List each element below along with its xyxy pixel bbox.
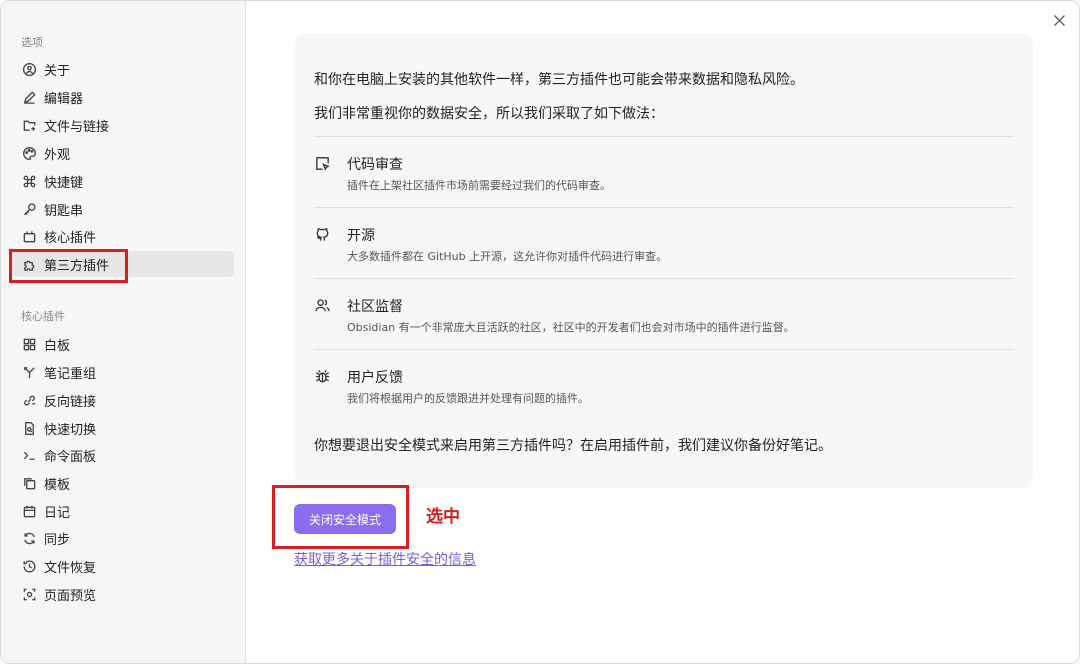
divider [314, 278, 1014, 279]
sidebar-item-label: 钥匙串 [44, 203, 84, 219]
merge-icon [21, 364, 37, 380]
safe-mode-question: 你想要退出安全模式来启用第三方插件吗？在启用插件前，我们建议你备份好笔记。 [314, 438, 832, 454]
sidebar-item-label: 页面预览 [44, 588, 97, 604]
feature-open-source: 开源 大多数插件都在 GitHub 上开源，这允许你对插件代码进行审查。 [314, 224, 1014, 274]
sidebar-item-label: 快捷键 [44, 175, 84, 191]
sidebar-item-label: 白板 [44, 338, 71, 354]
feature-title: 用户反馈 [347, 370, 403, 386]
folder-link-icon [21, 117, 37, 133]
sidebar-item-label: 模板 [44, 477, 71, 493]
turn-off-safe-mode-button[interactable]: 关闭安全模式 [294, 504, 396, 534]
sidebar-item-quick-switcher[interactable]: 快速切换 [13, 415, 234, 441]
sync-icon [21, 530, 37, 546]
settings-window: 选项 关于 编辑器 文件与链接 外观 快捷键 钥匙串 核心插件 第三方插件 核心… [0, 0, 1080, 664]
sidebar-item-label: 同步 [44, 532, 71, 548]
sidebar-item-keychain[interactable]: 钥匙串 [13, 196, 234, 222]
sidebar-item-label: 快速切换 [44, 422, 97, 438]
sidebar-item-file-recovery[interactable]: 文件恢复 [13, 553, 234, 579]
sidebar-item-page-preview[interactable]: 页面预览 [13, 581, 234, 607]
sidebar-item-note-composer[interactable]: 笔记重组 [13, 359, 234, 385]
key-icon [21, 201, 37, 217]
section-title-options: 选项 [21, 36, 43, 49]
info-circle-icon [21, 61, 37, 77]
pencil-icon [21, 89, 37, 105]
users-icon [314, 297, 332, 315]
divider [314, 207, 1014, 208]
plugin-security-info-link[interactable]: 获取更多关于插件安全的信息 [294, 549, 476, 569]
annotation-label: 选中 [426, 507, 460, 527]
sidebar-item-daily-notes[interactable]: 日记 [13, 498, 234, 524]
sidebar-item-label: 第三方插件 [44, 258, 110, 274]
sidebar-item-label: 文件与链接 [44, 119, 110, 135]
feature-desc: Obsidian 有一个非常庞大且活跃的社区，社区中的开发者们也会对市场中的插件… [347, 321, 795, 334]
sidebar-item-community-plugins[interactable]: 第三方插件 [13, 251, 234, 277]
sidebar-item-files-links[interactable]: 文件与链接 [13, 112, 234, 138]
sidebar-item-label: 关于 [44, 63, 71, 79]
code-review-icon [314, 155, 332, 173]
intro-text-2: 我们非常重视你的数据安全，所以我们采取了如下做法： [314, 106, 664, 122]
close-icon [1053, 12, 1066, 31]
intro-text-1: 和你在电脑上安装的其他软件一样，第三方插件也可能会带来数据和隐私风险。 [314, 72, 804, 88]
history-icon [21, 558, 37, 574]
sidebar-item-label: 日记 [44, 505, 71, 521]
sidebar-item-hotkeys[interactable]: 快捷键 [13, 168, 234, 194]
sidebar-item-label: 文件恢复 [44, 560, 97, 576]
sidebar-item-about[interactable]: 关于 [13, 56, 234, 82]
sidebar-item-canvas[interactable]: 白板 [13, 331, 234, 357]
feature-community-review: 社区监督 Obsidian 有一个非常庞大且活跃的社区，社区中的开发者们也会对市… [314, 295, 1014, 345]
feature-desc: 插件在上架社区插件市场前需要经过我们的代码审查。 [347, 179, 611, 192]
feature-desc: 我们将根据用户的反馈跟进并处理有问题的插件。 [347, 392, 589, 405]
feature-desc: 大多数插件都在 GitHub 上开源，这允许你对插件代码进行审查。 [347, 250, 668, 263]
calendar-icon [21, 503, 37, 519]
terminal-icon [21, 447, 37, 463]
layout-grid-icon [21, 336, 37, 352]
sidebar-item-label: 笔记重组 [44, 366, 97, 382]
feature-title: 社区监督 [347, 299, 403, 315]
preview-icon [21, 586, 37, 602]
divider [314, 349, 1014, 350]
sidebar-item-appearance[interactable]: 外观 [13, 140, 234, 166]
sidebar-item-templates[interactable]: 模板 [13, 470, 234, 496]
palette-icon [21, 145, 37, 161]
sidebar-item-label: 反向链接 [44, 394, 97, 410]
feature-title: 代码审查 [347, 157, 403, 173]
copy-icon [21, 475, 37, 491]
feature-title: 开源 [347, 228, 375, 244]
command-icon [21, 173, 37, 189]
sidebar-item-label: 编辑器 [44, 91, 84, 107]
sidebar-item-label: 核心插件 [44, 230, 97, 246]
file-search-icon [21, 420, 37, 436]
section-title-core-plugins: 核心插件 [21, 310, 65, 323]
feature-code-review: 代码审查 插件在上架社区插件市场前需要经过我们的代码审查。 [314, 153, 1014, 203]
safe-mode-info-card: 和你在电脑上安装的其他软件一样，第三方插件也可能会带来数据和隐私风险。 我们非常… [294, 33, 1033, 488]
sidebar-item-core-plugins[interactable]: 核心插件 [13, 223, 234, 249]
bug-icon [314, 368, 332, 386]
sidebar-item-sync[interactable]: 同步 [13, 525, 234, 551]
sidebar-item-label: 命令面板 [44, 449, 97, 465]
backlink-icon [21, 392, 37, 408]
settings-sidebar: 选项 关于 编辑器 文件与链接 外观 快捷键 钥匙串 核心插件 第三方插件 核心… [1, 1, 246, 663]
feature-user-feedback: 用户反馈 我们将根据用户的反馈跟进并处理有问题的插件。 [314, 366, 1014, 416]
sidebar-item-label: 外观 [44, 147, 71, 163]
sidebar-item-backlinks[interactable]: 反向链接 [13, 387, 234, 413]
divider [314, 136, 1014, 137]
close-button[interactable] [1049, 11, 1069, 31]
sidebar-item-editor[interactable]: 编辑器 [13, 84, 234, 110]
sidebar-item-command-palette[interactable]: 命令面板 [13, 442, 234, 468]
github-icon [314, 226, 332, 244]
puzzle-icon [21, 256, 37, 272]
plug-box-icon [21, 228, 37, 244]
